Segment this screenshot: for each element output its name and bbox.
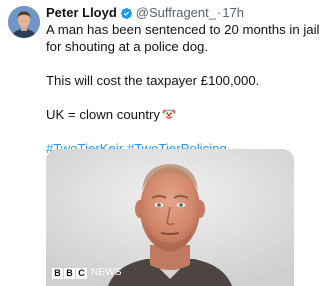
tweet-timestamp[interactable]: 17h xyxy=(222,5,244,21)
tweet-card[interactable]: Peter Lloyd @Suffragent_ · 17h A man has… xyxy=(0,0,320,286)
bbc-logo-letter: B xyxy=(64,267,75,279)
author-avatar[interactable] xyxy=(8,6,40,38)
header-separator: · xyxy=(216,5,222,20)
clown-face-emoji-icon xyxy=(162,107,176,121)
tweet-text-line-content: UK = clown country xyxy=(46,107,160,122)
bbc-logo-letter: B xyxy=(52,267,63,279)
tweet-text-line: A man has been sentenced to 20 months in… xyxy=(46,22,320,37)
avatar-photo-icon xyxy=(8,6,40,38)
tweet-media-photo[interactable]: B B C NEWS xyxy=(46,149,294,286)
tweet-text-line: for shouting at a police dog. xyxy=(46,39,209,54)
bbc-logo-letter: C xyxy=(76,267,87,279)
tweet-header: Peter Lloyd @Suffragent_ · 17h xyxy=(46,5,244,21)
tweet-text: A man has been sentenced to 20 months in… xyxy=(46,21,320,157)
tweet-text-line: This will cost the taxpayer £100,000. xyxy=(46,73,260,88)
tweet-text-line: UK = clown country xyxy=(46,106,296,123)
bbc-logo-word: NEWS xyxy=(91,267,122,278)
mugshot-photo-icon xyxy=(46,149,294,286)
verified-badge-icon xyxy=(120,7,133,20)
bbc-news-logo: B B C NEWS xyxy=(52,267,122,279)
author-display-name[interactable]: Peter Lloyd xyxy=(46,5,117,21)
author-handle[interactable]: @Suffragent_ xyxy=(136,5,216,21)
